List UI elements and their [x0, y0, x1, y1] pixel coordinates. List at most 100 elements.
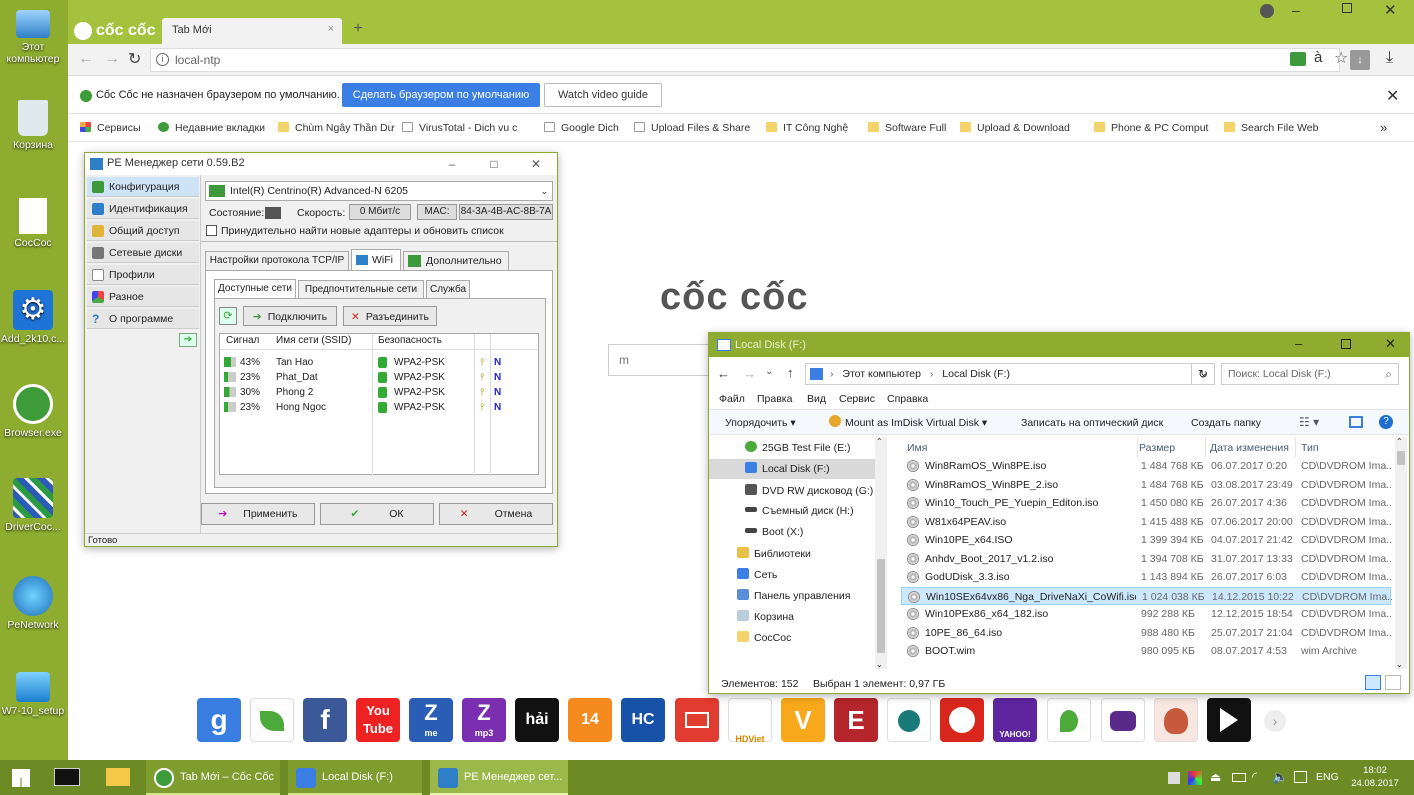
- tree-item-control-panel[interactable]: Панель управления: [737, 589, 850, 602]
- bookmark-item[interactable]: Software Full: [868, 122, 950, 134]
- spell-letter[interactable]: à: [1314, 49, 1322, 66]
- file-row[interactable]: Win10_Touch_PE_Yuepin_Editon.iso 1 450 08…: [901, 494, 1391, 512]
- bookmark-item[interactable]: Google Dich: [544, 122, 626, 134]
- subtab-preferred[interactable]: Предпочтительные сети: [298, 280, 424, 299]
- file-row[interactable]: GodUDisk_3.3.iso 1 143 894 КБ 26.07.2017 6…: [901, 568, 1391, 586]
- col-size[interactable]: Размер: [1139, 442, 1175, 454]
- coccoc-tile[interactable]: [250, 698, 294, 742]
- zing-mp3-tile[interactable]: Zmp3: [462, 698, 506, 742]
- battery-icon[interactable]: [1232, 773, 1246, 782]
- bookmark-star-icon[interactable]: ☆: [1334, 48, 1348, 68]
- desktop-icon-w7-10-setup[interactable]: W7-10_setup: [0, 672, 66, 717]
- col-type[interactable]: Тип: [1301, 442, 1319, 454]
- bookmark-item[interactable]: IT Công Nghệ: [766, 122, 858, 134]
- bookmark-recent-tabs[interactable]: Недавние вкладки: [158, 122, 266, 134]
- address-breadcrumb[interactable]: › Этот компьютер › Local Disk (F:) ⌄: [805, 363, 1215, 385]
- v-tile[interactable]: V: [781, 698, 825, 742]
- bongda-tile[interactable]: [940, 698, 984, 742]
- browser-logo[interactable]: cốc cốc: [70, 18, 164, 44]
- scroll-thumb[interactable]: [1397, 451, 1405, 465]
- col-name[interactable]: Имя: [907, 442, 927, 454]
- file-row[interactable]: BOOT.wim 980 095 КБ 08.07.2017 4:53 wim Arc…: [901, 642, 1391, 660]
- tab-wifi[interactable]: WiFi: [351, 249, 401, 271]
- menu-edit[interactable]: Правка: [757, 393, 792, 405]
- organize-button[interactable]: Упорядочить ▾: [725, 417, 796, 429]
- cancel-button[interactable]: ✕ Отмена: [439, 503, 553, 525]
- subtab-available[interactable]: Доступные сети: [214, 279, 296, 299]
- back-icon[interactable]: ←: [717, 366, 730, 381]
- yahoo-mail-tile[interactable]: YAHOO!: [993, 698, 1037, 742]
- file-row[interactable]: Win8RamOS_Win8PE.iso 1 484 768 КБ 06.07.20…: [901, 457, 1391, 475]
- tree-item-drive-e[interactable]: 25GB Test File (E:): [745, 441, 851, 454]
- user-account-icon[interactable]: [1260, 4, 1274, 18]
- e-tile[interactable]: E: [834, 698, 878, 742]
- file-row[interactable]: Anhdv_Boot_2017_v1.2.iso 1 394 708 КБ 31.0…: [901, 550, 1391, 568]
- tree-item-drive-h[interactable]: Съемный диск (H:): [745, 505, 854, 517]
- tree-scrollbar[interactable]: ⌃ ⌄: [875, 437, 887, 669]
- taskbar-item-pe-network[interactable]: PE Менеджер сет...: [430, 760, 568, 795]
- file-list-scrollbar[interactable]: ⌃ ⌄: [1395, 437, 1407, 669]
- bookmark-item[interactable]: Phone & PC Comput: [1094, 122, 1212, 134]
- details-view-icon[interactable]: [1365, 675, 1381, 690]
- col-security[interactable]: Безопасность: [378, 335, 442, 346]
- network-row[interactable]: 43% Tan Hao WPA2-PSK ⫯ N: [224, 356, 540, 371]
- scroll-up-icon[interactable]: ⌃: [876, 437, 883, 446]
- subtab-service[interactable]: Служба: [426, 280, 470, 299]
- volume-icon[interactable]: 🔈: [1272, 769, 1288, 785]
- info-icon[interactable]: i: [156, 53, 169, 66]
- sidebar-item-about[interactable]: ? О программе: [87, 309, 199, 329]
- maximize-icon[interactable]: [1341, 339, 1351, 349]
- taskbar-item-browser[interactable]: Tab Mới – Cốc Cốc: [146, 760, 280, 795]
- watch-video-button[interactable]: Watch video guide: [544, 83, 662, 107]
- maximize-icon[interactable]: [1342, 3, 1352, 13]
- download-icon[interactable]: ⤓: [1386, 49, 1393, 67]
- facebook-tile[interactable]: f: [303, 698, 347, 742]
- scroll-up-icon[interactable]: ⌃: [1396, 437, 1403, 446]
- file-row[interactable]: Win10SEx64vx86_Nga_DriveNaXi_CoWifi.iso 1…: [901, 586, 1392, 605]
- download-savior-icon[interactable]: ↓: [1350, 50, 1370, 70]
- language-indicator[interactable]: ENG: [1316, 771, 1339, 783]
- scroll-thumb[interactable]: [877, 559, 885, 653]
- arrow-right-icon[interactable]: ➔: [179, 333, 197, 347]
- connect-button[interactable]: ➔ Подключить: [243, 306, 337, 326]
- minimize-icon[interactable]: –: [431, 153, 473, 175]
- close-icon[interactable]: ✕: [515, 153, 557, 175]
- tree-item-coccoc[interactable]: CocCoc: [737, 631, 791, 644]
- bookmark-services[interactable]: Сервисы: [80, 122, 156, 134]
- dock-next-button[interactable]: ›: [1264, 710, 1286, 732]
- search-box[interactable]: m: [608, 344, 708, 376]
- network-row[interactable]: 30% Phong 2 WPA2-PSK ⫯ N: [224, 386, 540, 401]
- bookmark-item[interactable]: Upload Files & Share: [634, 122, 754, 134]
- bookmarks-more-button[interactable]: »: [1380, 120, 1387, 135]
- file-explorer-icon[interactable]: [106, 768, 130, 786]
- forward-icon[interactable]: →: [104, 50, 120, 68]
- bookmark-item[interactable]: Upload & Download: [960, 122, 1078, 134]
- help-icon[interactable]: ?: [1379, 415, 1393, 429]
- breadcrumb-this-pc[interactable]: Этот компьютер: [842, 368, 921, 380]
- refresh-icon[interactable]: ↻: [1191, 363, 1215, 385]
- homecenter-tile[interactable]: HC: [621, 698, 665, 742]
- tree-item-network[interactable]: Сеть: [737, 568, 777, 581]
- network-row[interactable]: 23% Phat_Dat WPA2-PSK ⫯ N: [224, 371, 540, 386]
- bookmark-item[interactable]: VirusTotal - Dich vu c: [402, 122, 530, 134]
- network-row[interactable]: 23% Hong Ngoc WPA2-PSK ⫯ N: [224, 401, 540, 416]
- maximize-icon[interactable]: □: [473, 153, 515, 175]
- keyboard-icon[interactable]: [1294, 771, 1307, 783]
- tiles-view-icon[interactable]: [1385, 675, 1401, 690]
- address-bar[interactable]: i local-ntp: [150, 48, 1340, 72]
- tray-network-icon[interactable]: [1168, 772, 1180, 784]
- up-icon[interactable]: ↑: [787, 365, 794, 380]
- burn-disc-button[interactable]: Записать на оптический диск: [1021, 417, 1163, 429]
- tab-advanced[interactable]: Дополнительно: [403, 251, 509, 271]
- tree-item-drive-g[interactable]: DVD RW дисковод (G:): [745, 484, 873, 497]
- bookmark-item[interactable]: Chùm Ngây Thần Dư: [278, 122, 398, 134]
- menu-view[interactable]: Вид: [807, 393, 826, 405]
- new-tab-button[interactable]: +: [346, 20, 370, 42]
- desktop-icon-this-pc[interactable]: Этот компьютер: [0, 10, 66, 65]
- file-row[interactable]: 10PE_86_64.iso 988 480 КБ 25.07.2017 21:04…: [901, 624, 1391, 642]
- view-options-icon[interactable]: ☷ ▾: [1299, 415, 1319, 429]
- desktop-icon-recycle-bin[interactable]: Корзина: [0, 100, 66, 151]
- tab-new-tab[interactable]: Tab Mới ×: [162, 18, 342, 44]
- sidebar-item-identification[interactable]: Идентификация: [87, 199, 199, 219]
- minimize-icon[interactable]: –: [1295, 336, 1302, 351]
